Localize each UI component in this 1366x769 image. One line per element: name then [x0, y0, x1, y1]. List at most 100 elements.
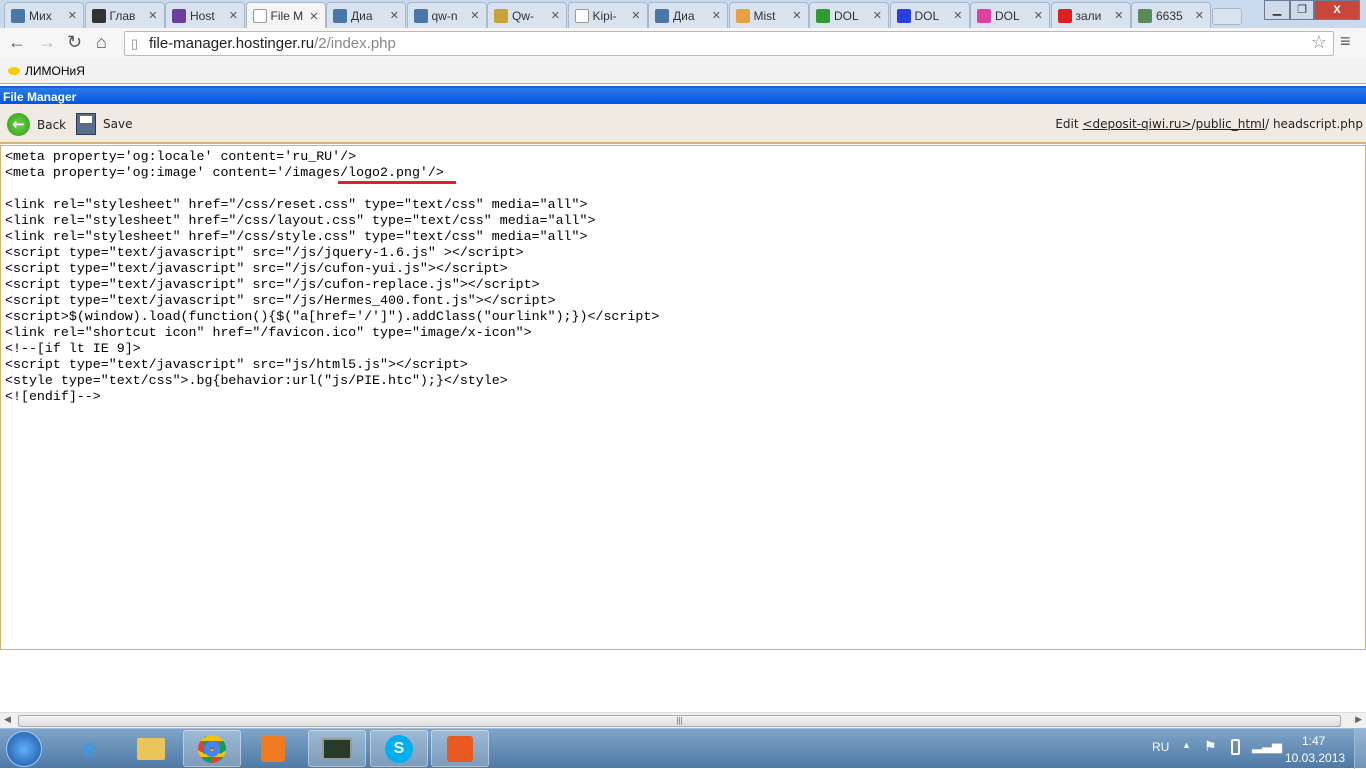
address-bar[interactable]: ▯ file-manager.hostinger.ru/2/index.php … [124, 31, 1334, 56]
close-tab-icon[interactable]: ✕ [390, 9, 399, 22]
tab-title: Kipi- [592, 8, 617, 23]
close-tab-icon[interactable]: ✕ [953, 9, 962, 22]
tab[interactable]: DOL ✕ [809, 2, 889, 28]
tab[interactable]: Глав ✕ [84, 2, 165, 28]
ie-taskbar-icon[interactable]: e [61, 730, 119, 767]
close-tab-icon[interactable]: ✕ [1034, 9, 1043, 22]
maximize-button[interactable]: ❐ [1290, 0, 1314, 20]
new-tab-button[interactable] [1212, 8, 1242, 25]
lemon-icon [8, 67, 20, 75]
red-underline-annotation [338, 181, 456, 184]
back-button[interactable]: ← Back [7, 113, 66, 136]
tab[interactable]: 6635 ✕ [1131, 2, 1211, 28]
reload-icon[interactable]: ↻ [67, 32, 82, 53]
tab-title: Mist [753, 8, 776, 23]
bookmark-item[interactable]: ЛИМОНиЯ [8, 64, 85, 78]
forward-arrow-icon[interactable]: → [38, 32, 56, 53]
close-tab-icon[interactable]: ✕ [68, 9, 77, 22]
dollar-icon [816, 8, 830, 23]
close-tab-icon[interactable]: ✕ [551, 9, 560, 22]
scroll-right-icon[interactable]: ▶ [1355, 714, 1362, 725]
show-hidden-icons[interactable]: ▲ [1182, 740, 1191, 750]
tab[interactable]: File M ✕ [245, 2, 326, 29]
vk-icon [11, 8, 25, 23]
close-tab-icon[interactable]: ✕ [792, 9, 801, 22]
path-link-domain[interactable]: <deposit-qiwi.ru> [1082, 117, 1191, 131]
clock-date[interactable]: 10.03.2013 [1285, 751, 1345, 765]
media-player-taskbar-icon[interactable] [244, 730, 302, 767]
close-tab-icon[interactable]: ✕ [309, 10, 318, 23]
app2-taskbar-icon[interactable] [431, 730, 489, 767]
save-button[interactable]: Save [76, 113, 132, 135]
chat-icon [655, 8, 669, 23]
close-tab-icon[interactable]: ✕ [631, 9, 640, 22]
close-tab-icon[interactable]: ✕ [1114, 9, 1123, 22]
tab-title: 6635 [1156, 8, 1183, 23]
skype-taskbar-icon[interactable]: S [370, 730, 428, 767]
tab-strip: Мих ✕ Глав ✕ Host ✕ File M ✕ Диа ✕ qw-n ✕ Qw- ✕ Kipi- ✕… [0, 0, 1366, 29]
page-icon [574, 8, 589, 23]
tab[interactable]: Kipi- ✕ [567, 2, 648, 28]
flag-icon[interactable]: ⚑ [1204, 738, 1217, 755]
vk-icon [413, 8, 428, 23]
tab[interactable]: Mist ✕ [728, 2, 809, 28]
floppy-disk-icon [76, 113, 96, 135]
tab-title: File M [270, 9, 304, 23]
page-icon: ▯ [131, 36, 139, 51]
app-taskbar-icon[interactable] [308, 730, 366, 767]
explorer-taskbar-icon[interactable] [122, 730, 180, 767]
path-link-public-html[interactable]: public_html [1196, 117, 1265, 131]
tab[interactable]: qw-n ✕ [406, 2, 487, 28]
battery-icon[interactable] [1231, 739, 1240, 755]
tab-title: Host [190, 8, 215, 23]
language-indicator[interactable]: RU [1152, 740, 1169, 754]
start-button[interactable] [6, 731, 42, 767]
close-tab-icon[interactable]: ✕ [229, 9, 238, 22]
close-tab-icon[interactable]: ✕ [873, 9, 882, 22]
dollar-icon [896, 8, 911, 23]
edit-path: Edit <deposit-qiwi.ru>/public_html/ head… [1055, 117, 1363, 131]
code-editor[interactable]: <meta property='og:locale' content='ru_R… [0, 145, 1366, 650]
mi-icon [91, 8, 106, 23]
back-circle-icon: ← [7, 113, 30, 136]
dollar-icon [977, 8, 991, 23]
bookmarks-bar: ЛИМОНиЯ [0, 58, 1366, 84]
page-icon [252, 9, 267, 23]
minimize-button[interactable]: ▁ [1264, 0, 1290, 20]
clock-time[interactable]: 1:47 [1302, 734, 1325, 748]
chrome-taskbar-icon[interactable] [183, 730, 241, 767]
close-tab-icon[interactable]: ✕ [712, 9, 721, 22]
scroll-left-icon[interactable]: ◀ [4, 714, 11, 725]
tab-title: DOL [995, 8, 1020, 23]
tab[interactable]: DOL ✕ [970, 2, 1050, 28]
chat-icon [333, 8, 347, 23]
tab[interactable]: Диа ✕ [326, 2, 406, 28]
tab-title: Мих [29, 8, 52, 23]
close-window-button[interactable]: X [1314, 0, 1360, 20]
signal-icon[interactable]: ▂▃▅ [1252, 738, 1282, 754]
taskbar: e S RU ▲ ⚑ ▂▃▅ 1:47 10.03.2013 [0, 728, 1366, 769]
close-tab-icon[interactable]: ✕ [148, 9, 157, 22]
back-arrow-icon[interactable]: ← [8, 32, 26, 53]
tab[interactable]: Host ✕ [165, 2, 245, 28]
tab[interactable]: DOL ✕ [889, 2, 970, 28]
close-tab-icon[interactable]: ✕ [470, 9, 479, 22]
menu-icon[interactable]: ≡ [1340, 31, 1351, 52]
horizontal-scrollbar[interactable]: ◀ ||| ▶ [0, 712, 1366, 728]
show-desktop-button[interactable] [1354, 729, 1366, 769]
mp-icon [735, 8, 750, 23]
hostinger-icon [172, 8, 186, 23]
home-icon[interactable]: ⌂ [96, 32, 107, 53]
tab[interactable]: Диа ✕ [648, 2, 728, 28]
file-manager-title: File Manager [0, 86, 1366, 104]
tab[interactable]: зали ✕ [1050, 2, 1131, 28]
tab-title: Qw- [512, 8, 534, 23]
tab[interactable]: Qw- ✕ [487, 2, 567, 28]
tab-title: Глав [109, 8, 136, 23]
yandex-icon [1057, 8, 1072, 23]
bookmark-star-icon[interactable]: ☆ [1311, 31, 1327, 54]
scrollbar-thumb[interactable]: ||| [18, 715, 1341, 727]
tab[interactable]: Мих ✕ [4, 2, 84, 28]
close-tab-icon[interactable]: ✕ [1195, 9, 1204, 22]
tab-title: зали [1075, 8, 1102, 23]
